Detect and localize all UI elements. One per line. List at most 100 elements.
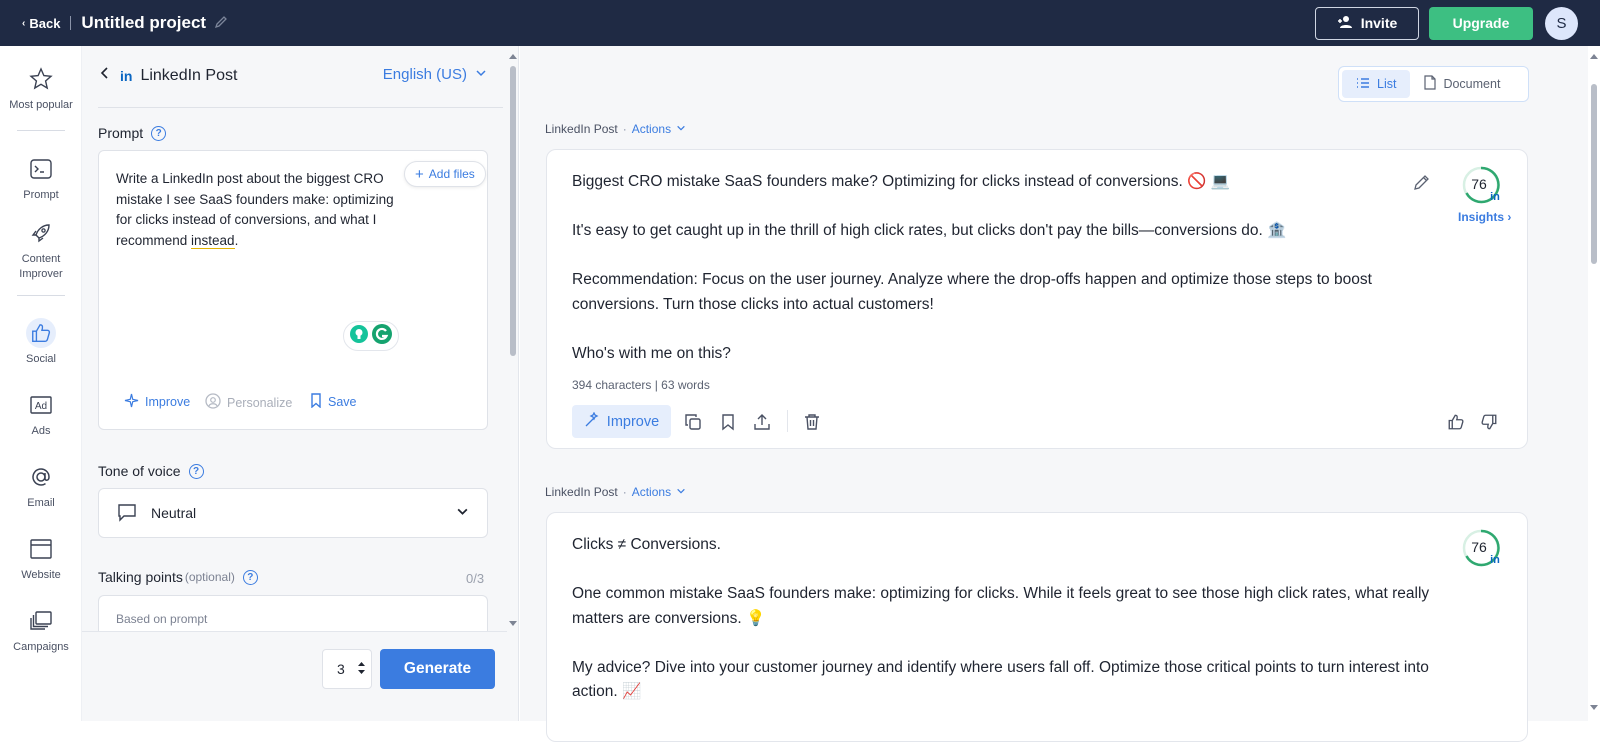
stack-icon xyxy=(26,606,56,636)
talking-points-count: 0/3 xyxy=(466,571,485,586)
generator-panel: in LinkedIn Post English (US) Prompt ? W… xyxy=(82,46,519,721)
rail-item-campaigns[interactable]: Campaigns xyxy=(0,606,82,655)
prompt-label-row: Prompt ? xyxy=(98,125,167,141)
thumbs-up-icon[interactable] xyxy=(1447,413,1465,431)
score-value: 76 xyxy=(1471,176,1487,192)
help-icon[interactable]: ? xyxy=(188,463,204,479)
export-icon[interactable] xyxy=(753,413,771,431)
result-card: Clicks ≠ Conversions. One common mistake… xyxy=(546,512,1528,742)
generate-button[interactable]: Generate xyxy=(380,649,495,689)
tone-label-row: Tone of voice ? xyxy=(98,463,204,479)
sparkle-icon xyxy=(124,393,139,411)
left-rail: Most popular Prompt Content Improver Soc… xyxy=(0,46,82,721)
grammarly-widget[interactable] xyxy=(343,321,399,351)
optional-tag: (optional) xyxy=(184,570,235,584)
upgrade-button[interactable]: Upgrade xyxy=(1429,6,1533,40)
personalize-button[interactable]: Personalize xyxy=(205,393,292,412)
linkedin-icon: in xyxy=(1490,554,1500,566)
save-prompt-button[interactable]: Save xyxy=(310,393,357,411)
scroll-down-arrow-icon[interactable] xyxy=(508,620,518,628)
trash-icon[interactable] xyxy=(803,413,821,431)
score-badge[interactable]: 76 in xyxy=(1461,165,1501,205)
scrollbar-thumb[interactable] xyxy=(510,66,516,356)
invite-button[interactable]: Invite xyxy=(1315,6,1419,40)
rail-label: Campaigns xyxy=(13,641,69,653)
rail-label: Website xyxy=(21,569,61,581)
thumbs-down-icon[interactable] xyxy=(1480,413,1498,431)
divider xyxy=(70,16,72,30)
prompt-input[interactable]: Write a LinkedIn post about the biggest … xyxy=(98,150,488,430)
insights-link[interactable]: Insights › xyxy=(1458,210,1511,224)
top-bar: ‹ Back Untitled project Invite Upgrade S xyxy=(0,0,1600,46)
edit-title-pencil-icon[interactable] xyxy=(214,15,228,32)
bookmark-icon xyxy=(310,393,322,411)
actions-menu[interactable]: Actions xyxy=(632,485,671,499)
rail-item-email[interactable]: Email xyxy=(0,462,82,511)
result-paragraph: It's easy to get caught up in the thrill… xyxy=(572,222,1287,239)
result-text[interactable]: Clicks ≠ Conversions. One common mistake… xyxy=(572,533,1442,729)
invite-label: Invite xyxy=(1360,15,1398,31)
left-panel-scrollbar[interactable] xyxy=(507,50,519,635)
stepper-arrows-icon[interactable] xyxy=(357,660,366,679)
result-paragraph: Biggest CRO mistake SaaS founders make? … xyxy=(572,173,1231,190)
ad-icon: Ad xyxy=(26,390,56,420)
copy-icon[interactable] xyxy=(684,413,702,431)
back-label: Back xyxy=(29,15,61,31)
rail-item-social[interactable]: Social xyxy=(0,318,82,367)
chevron-down-icon xyxy=(475,66,487,83)
result-card: Biggest CRO mistake SaaS founders make? … xyxy=(546,149,1528,449)
list-icon xyxy=(1356,77,1370,92)
actions-menu[interactable]: Actions xyxy=(632,122,671,136)
improve-label: Improve xyxy=(145,395,191,409)
result-paragraph: Recommendation: Focus on the user journe… xyxy=(572,271,1372,313)
back-chevron-icon[interactable] xyxy=(98,66,112,85)
improve-label: Improve xyxy=(606,413,660,430)
back-button[interactable]: ‹ Back xyxy=(22,16,60,31)
tool-title: LinkedIn Post xyxy=(140,66,238,84)
plus-icon: + xyxy=(415,165,424,183)
help-icon[interactable]: ? xyxy=(242,569,258,585)
result-paragraph: Clicks ≠ Conversions. xyxy=(572,536,721,553)
edit-pencil-icon[interactable] xyxy=(1413,174,1430,196)
rail-label: Ads xyxy=(31,425,51,437)
result-type-label: LinkedIn Post xyxy=(545,122,618,136)
rail-item-website[interactable]: Website xyxy=(0,534,82,583)
rail-item-ads[interactable]: Ad Ads xyxy=(0,390,82,439)
improve-prompt-button[interactable]: Improve xyxy=(124,393,190,411)
bookmark-icon[interactable] xyxy=(719,413,737,431)
result-meta: 394 characters | 63 words xyxy=(572,378,710,392)
improve-result-button[interactable]: Improve xyxy=(572,405,671,438)
prompt-text-main: Write a LinkedIn post about the biggest … xyxy=(116,171,394,248)
scroll-up-arrow-icon[interactable] xyxy=(1589,52,1599,60)
scroll-down-arrow-icon[interactable] xyxy=(1589,704,1599,712)
add-files-label: Add files xyxy=(428,167,475,181)
rail-item-content-improver[interactable]: Content Improver xyxy=(0,218,82,282)
save-label: Save xyxy=(328,395,357,409)
variant-count-stepper[interactable]: 3 xyxy=(322,649,372,689)
chevron-down-icon xyxy=(676,122,686,136)
linkedin-icon: in xyxy=(1490,191,1500,203)
result-text[interactable]: Biggest CRO mistake SaaS founders make? … xyxy=(572,170,1392,366)
personalize-icon xyxy=(205,393,221,412)
prompt-text[interactable]: Write a LinkedIn post about the biggest … xyxy=(116,169,406,251)
scrollbar-thumb[interactable] xyxy=(1591,84,1597,264)
view-list-button[interactable]: List xyxy=(1342,70,1411,98)
language-select[interactable]: English (US) xyxy=(383,66,487,83)
tone-select[interactable]: Neutral xyxy=(98,488,488,538)
rail-item-prompt[interactable]: Prompt xyxy=(0,154,82,203)
talking-points-label: Talking points xyxy=(98,569,183,585)
project-title[interactable]: Untitled project xyxy=(81,13,206,33)
at-icon xyxy=(26,462,56,492)
view-document-button[interactable]: Document xyxy=(1410,70,1514,98)
rail-item-most-popular[interactable]: Most popular xyxy=(0,64,82,113)
add-files-button[interactable]: + Add files xyxy=(404,161,486,187)
avatar[interactable]: S xyxy=(1545,6,1578,40)
add-user-icon xyxy=(1337,15,1353,32)
score-badge[interactable]: 76 in xyxy=(1461,528,1501,568)
scroll-up-arrow-icon[interactable] xyxy=(508,52,518,60)
results-scrollbar[interactable] xyxy=(1588,46,1600,721)
linkedin-icon: in xyxy=(120,67,133,84)
help-icon[interactable]: ? xyxy=(151,125,167,141)
tone-value: Neutral xyxy=(151,505,197,521)
rail-label: Content Improver xyxy=(19,253,63,280)
